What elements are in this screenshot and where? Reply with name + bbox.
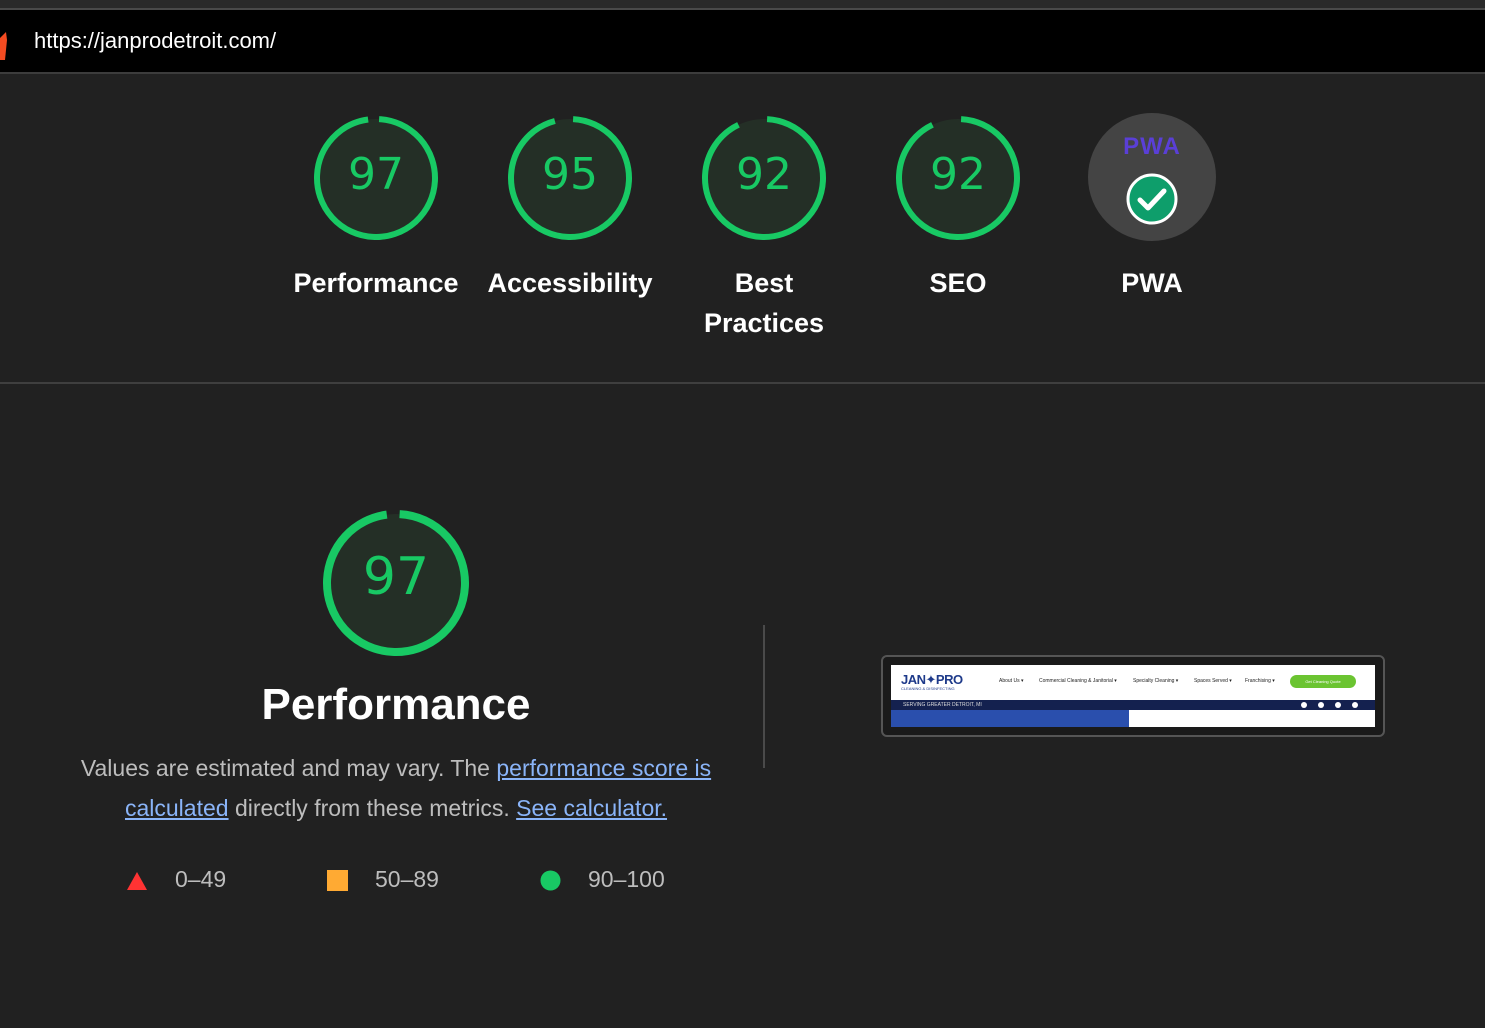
gauge-score: 97 bbox=[348, 149, 404, 200]
final-screenshot-thumbnail[interactable]: JAN✦PRO CLEANING & DISINFECTING About Us… bbox=[881, 655, 1385, 737]
screenshot-topbar-text: SERVING GREATER DETROIT, MI bbox=[903, 702, 982, 708]
gauge-score: 95 bbox=[542, 149, 598, 200]
pass-circle-icon bbox=[540, 870, 561, 891]
screenshot-hero-block bbox=[891, 710, 1129, 727]
gauge-label-line1: Best bbox=[734, 268, 794, 298]
gauge-score: 92 bbox=[930, 149, 986, 200]
gauge-best-practices[interactable]: 92 Best Practices bbox=[674, 113, 854, 343]
screenshot-cta: Get Cleaning Quote bbox=[1290, 675, 1356, 688]
gauge-label: Accessibility bbox=[487, 268, 653, 298]
check-circle-icon bbox=[1126, 173, 1178, 225]
performance-description: Values are estimated and may vary. The p… bbox=[60, 748, 732, 828]
gauge-accessibility[interactable]: 95 Accessibility bbox=[480, 113, 660, 303]
description-text: Values are estimated and may vary. The bbox=[80, 755, 497, 781]
screenshot-nav-item: Franchising ▾ bbox=[1245, 678, 1275, 684]
gauge-seo[interactable]: 92 SEO bbox=[868, 113, 1048, 303]
gauge-performance[interactable]: 97 Performance bbox=[286, 113, 466, 303]
gauge-label-line2: Practices bbox=[703, 308, 825, 338]
screenshot-nav-item: Commercial Cleaning & Janitorial ▾ bbox=[1039, 678, 1117, 684]
screenshot-logo-sub: CLEANING & DISINFECTING bbox=[901, 686, 955, 691]
vertical-divider bbox=[763, 625, 765, 768]
legend-fail-range: 0–49 bbox=[175, 866, 227, 892]
section-divider bbox=[0, 382, 1485, 384]
legend-pass-range: 90–100 bbox=[588, 866, 665, 892]
screenshot-nav-item: About Us ▾ bbox=[999, 678, 1024, 684]
screenshot-nav-item: Specialty Cleaning ▾ bbox=[1133, 678, 1179, 684]
gauge-label: PWA bbox=[1121, 268, 1183, 298]
pwa-badge: PWA bbox=[1088, 113, 1216, 241]
description-text: directly from these metrics. bbox=[228, 795, 517, 821]
legend-average-range: 50–89 bbox=[375, 866, 439, 892]
performance-detail-gauge: 97 bbox=[316, 503, 476, 663]
gauge-pwa[interactable]: PWA PWA bbox=[1062, 113, 1242, 303]
performance-detail-title: Performance bbox=[261, 680, 531, 729]
screenshot-nav-item: Spaces Served ▾ bbox=[1194, 678, 1232, 684]
gauge-score: 92 bbox=[736, 149, 792, 200]
screenshot-social-icon bbox=[1301, 702, 1307, 708]
screenshot-social-icon bbox=[1318, 702, 1324, 708]
url-bar: https://janprodetroit.com/ bbox=[0, 10, 1485, 74]
gauge-label: Best Practices bbox=[674, 263, 854, 343]
gauge-label: Performance bbox=[293, 268, 459, 298]
fail-triangle-icon bbox=[127, 872, 147, 890]
pwa-badge-text: PWA bbox=[1123, 133, 1181, 160]
screenshot-social-icon bbox=[1335, 702, 1341, 708]
performance-detail-score: 97 bbox=[362, 547, 430, 607]
report-url[interactable]: https://janprodetroit.com/ bbox=[34, 28, 276, 54]
see-calculator-link[interactable]: See calculator. bbox=[516, 795, 667, 821]
lighthouse-icon bbox=[0, 32, 7, 60]
screenshot-image: JAN✦PRO CLEANING & DISINFECTING About Us… bbox=[891, 665, 1375, 727]
gauge-label: SEO bbox=[929, 268, 987, 298]
average-square-icon bbox=[327, 870, 348, 891]
screenshot-social-icon bbox=[1352, 702, 1358, 708]
window-top-strip bbox=[0, 0, 1485, 10]
